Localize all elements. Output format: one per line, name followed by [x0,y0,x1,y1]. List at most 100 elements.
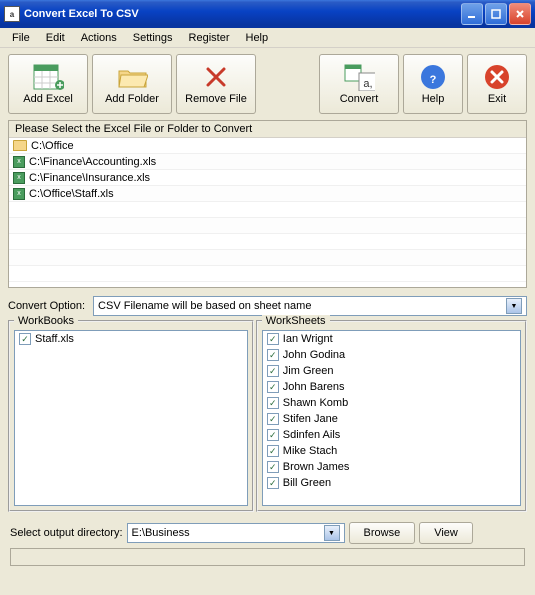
list-item-label: Shawn Komb [283,397,348,409]
svg-text:a,: a, [363,78,372,90]
list-item[interactable]: ✓ Jim Green [263,363,520,379]
file-list-panel: Please Select the Excel File or Folder t… [8,120,527,288]
status-bar [10,548,525,566]
list-item-label: Ian Wrignt [283,333,333,345]
list-item-label: Bill Green [283,477,331,489]
workbooks-list[interactable]: ✓ Staff.xls [14,330,248,506]
checkbox[interactable]: ✓ [267,365,279,377]
file-row-empty [9,266,526,282]
workbooks-panel: WorkBooks ✓Staff.xls [8,320,254,512]
list-item-label: John Godina [283,349,345,361]
list-item-label: Sdinfen Ails [283,429,340,441]
list-item[interactable]: ✓ Mike Stach [263,443,520,459]
menu-settings[interactable]: Settings [125,30,181,46]
minimize-button[interactable] [461,3,483,25]
checkbox[interactable]: ✓ [267,445,279,457]
list-item[interactable]: ✓ Bill Green [263,475,520,491]
browse-button[interactable]: Browse [349,522,416,544]
remove-icon [200,63,232,91]
add-folder-button[interactable]: Add Folder [92,54,172,114]
list-item[interactable]: ✓ John Godina [263,347,520,363]
list-item-label: Brown James [283,461,350,473]
convert-label: Convert [340,93,379,105]
file-row[interactable]: xC:\Finance\Insurance.xls [9,170,526,186]
workbooks-title: WorkBooks [14,315,78,327]
menu-actions[interactable]: Actions [73,30,125,46]
worksheets-list[interactable]: ✓ Ian Wrignt ✓ John Godina ✓ Jim Green ✓ John B… [262,330,521,506]
menu-edit[interactable]: Edit [38,30,73,46]
convert-icon: a, [343,63,375,91]
menu-file[interactable]: File [4,30,38,46]
add-excel-label: Add Excel [23,93,73,105]
remove-file-label: Remove File [185,93,247,105]
add-excel-button[interactable]: Add Excel [8,54,88,114]
checkbox[interactable]: ✓ [267,333,279,345]
list-item[interactable]: ✓ Staff.xls [15,331,247,347]
convert-option-select[interactable]: CSV Filename will be based on sheet name… [93,296,527,316]
maximize-button[interactable] [485,3,507,25]
checkbox[interactable]: ✓ [267,477,279,489]
window-title: Convert Excel To CSV [24,8,461,20]
excel-add-icon [32,63,64,91]
list-item[interactable]: ✓ Brown James [263,459,520,475]
output-directory-value: E:\Business [132,527,190,539]
checkbox[interactable]: ✓ [267,461,279,473]
chevron-down-icon: ▼ [324,525,340,541]
folder-icon [116,63,148,91]
remove-file-button[interactable]: Remove File [176,54,256,114]
checkbox[interactable]: ✓ [19,333,31,345]
file-row-empty [9,218,526,234]
file-list-header: Please Select the Excel File or Folder t… [9,121,526,138]
output-directory-select[interactable]: E:\Business ▼ [127,523,345,543]
file-path: C:\Finance\Accounting.xls [29,156,156,168]
file-row-empty [9,250,526,266]
menu-register[interactable]: Register [181,30,238,46]
exit-button[interactable]: Exit [467,54,527,114]
file-list-body[interactable]: C:\OfficexC:\Finance\Accounting.xlsxC:\F… [9,138,526,282]
file-row-empty [9,234,526,250]
titlebar[interactable]: a Convert Excel To CSV [0,0,535,28]
list-item[interactable]: ✓ John Barens [263,379,520,395]
file-row[interactable]: C:\Office [9,138,526,154]
app-icon: a [4,6,20,22]
menubar: File Edit Actions Settings Register Help [0,28,535,48]
exit-label: Exit [488,93,506,105]
exit-icon [481,63,513,91]
list-item[interactable]: ✓ Ian Wrignt [263,331,520,347]
checkbox[interactable]: ✓ [267,349,279,361]
close-button[interactable] [509,3,531,25]
excel-icon: x [13,188,25,200]
list-item[interactable]: ✓ Sdinfen Ails [263,427,520,443]
file-row[interactable]: x C:\Office\Staff.xls [9,186,526,202]
excel-icon: x [13,156,25,168]
list-item-label: John Barens [283,381,345,393]
convert-button[interactable]: a, Convert [319,54,399,114]
help-label: Help [422,93,445,105]
file-row[interactable]: x C:\Finance\Accounting.xls [9,154,526,170]
output-row: Select output directory: E:\Business ▼ B… [10,522,525,544]
help-button[interactable]: ? Help [403,54,463,114]
list-item[interactable]: ✓ Shawn Komb [263,395,520,411]
chevron-down-icon: ▼ [506,298,522,314]
menu-help[interactable]: Help [238,30,277,46]
file-path: C:\Office [31,140,74,152]
file-path: C:\Office\Staff.xls [29,188,114,200]
list-item-label: Staff.xls [35,333,74,345]
worksheets-title: WorkSheets [262,315,330,327]
checkbox[interactable]: ✓ [267,381,279,393]
file-row-empty [9,202,526,218]
worksheets-panel: WorkSheets ✓Ian Wrignt✓John Godina✓Jim G… [256,320,527,512]
file-path: C:\Finance\Insurance.xls [29,172,150,184]
checkbox[interactable]: ✓ [267,413,279,425]
list-item[interactable]: ✓ Stifen Jane [263,411,520,427]
checkbox[interactable]: ✓ [267,429,279,441]
svg-text:?: ? [430,74,437,86]
list-item-label: Stifen Jane [283,413,338,425]
add-folder-label: Add Folder [105,93,159,105]
view-button[interactable]: View [419,522,473,544]
checkbox[interactable]: ✓ [267,397,279,409]
folder-icon [13,140,27,151]
list-item-label: Mike Stach [283,445,337,457]
output-label: Select output directory: [10,527,123,539]
list-item-label: Jim Green [283,365,334,377]
